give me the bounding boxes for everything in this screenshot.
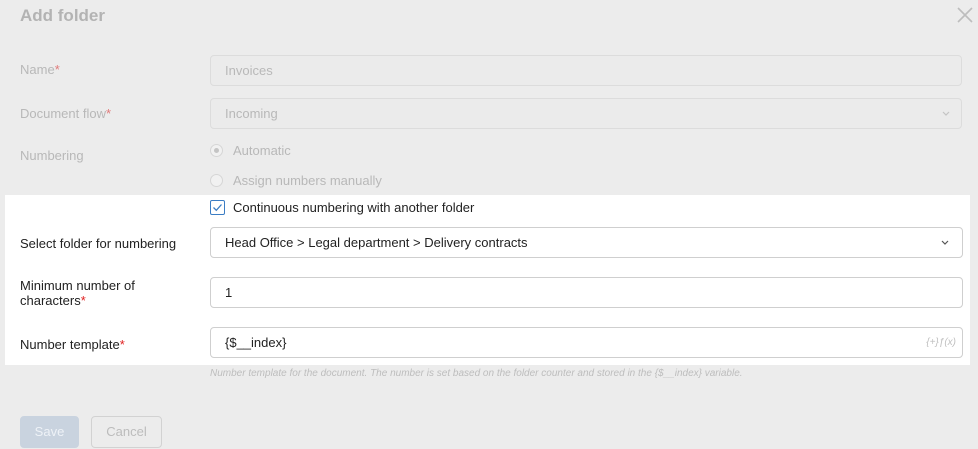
radio-automatic[interactable]: Automatic	[210, 143, 291, 158]
continuous-numbering-checkbox[interactable]: Continuous numbering with another folder	[210, 200, 474, 215]
chevron-down-icon	[941, 99, 951, 139]
number-template-hint: Number template for the document. The nu…	[210, 368, 743, 379]
name-label: Name*	[20, 62, 60, 77]
continuous-numbering-label: Continuous numbering with another folder	[233, 200, 475, 215]
radio-automatic-label: Automatic	[233, 143, 291, 158]
document-flow-select[interactable]: Incoming	[210, 98, 962, 129]
select-folder-value: Head Office > Legal department > Deliver…	[225, 235, 528, 250]
highlight-panel: Continuous numbering with another folder…	[5, 195, 970, 365]
name-field[interactable]: Invoices	[210, 55, 962, 86]
formula-icon[interactable]: {+}ƒ(x)	[926, 328, 956, 357]
number-template-input[interactable]: {$__index} {+}ƒ(x)	[210, 327, 963, 358]
cancel-button[interactable]: Cancel	[91, 416, 162, 448]
number-template-value: {$__index}	[225, 335, 287, 350]
select-folder-label: Select folder for numbering	[20, 236, 177, 251]
radio-icon	[210, 144, 223, 157]
number-template-label: Number template*	[20, 337, 125, 352]
name-value: Invoices	[225, 63, 273, 78]
document-flow-value: Incoming	[225, 106, 278, 121]
radio-manual-label: Assign numbers manually	[233, 173, 382, 188]
radio-icon	[210, 174, 223, 187]
min-chars-input[interactable]: 1	[210, 277, 963, 308]
close-icon[interactable]	[956, 6, 974, 24]
min-chars-label: Minimum number of characters*	[20, 278, 135, 308]
chevron-down-icon	[940, 228, 950, 268]
numbering-label: Numbering	[20, 148, 84, 163]
document-flow-label: Document flow*	[20, 106, 112, 121]
checkbox-checked-icon	[210, 200, 225, 215]
min-chars-value: 1	[225, 285, 233, 300]
radio-manual[interactable]: Assign numbers manually	[210, 173, 382, 188]
dialog-title: Add folder	[20, 6, 105, 25]
save-button[interactable]: Save	[20, 416, 79, 448]
select-folder-dropdown[interactable]: Head Office > Legal department > Deliver…	[210, 227, 963, 258]
